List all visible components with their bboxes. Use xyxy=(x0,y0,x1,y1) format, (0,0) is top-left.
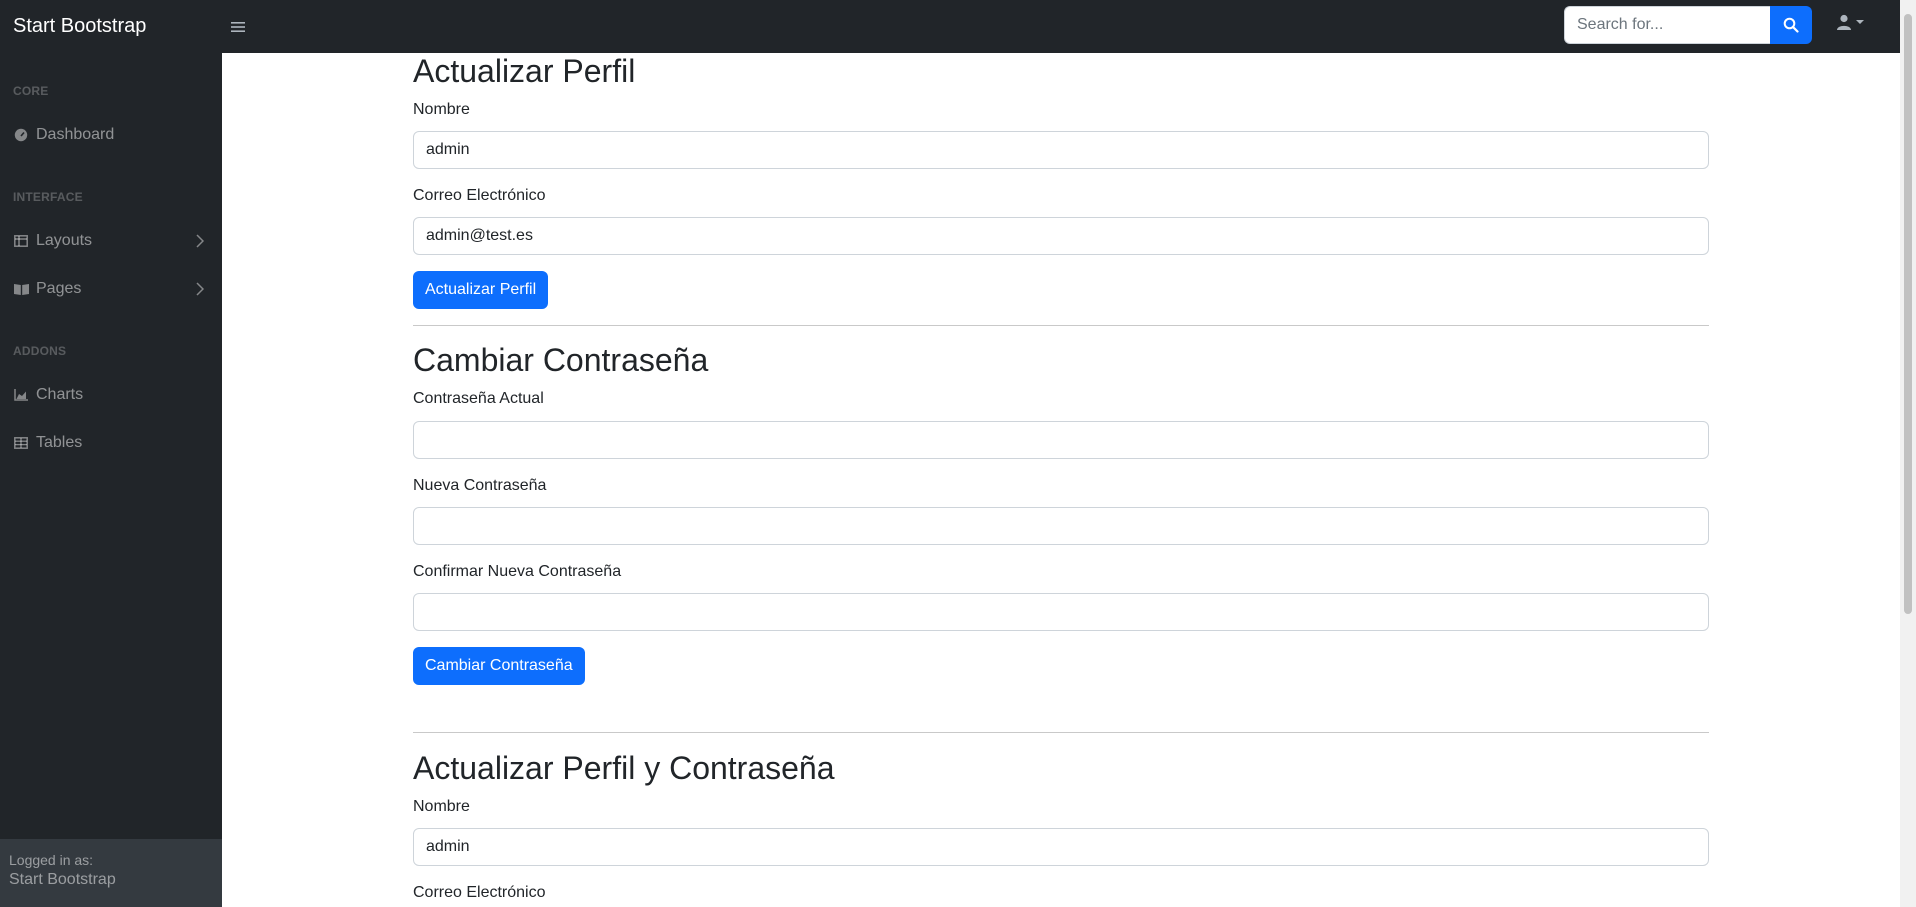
chevron-right-icon xyxy=(196,234,204,248)
sidebar-heading-addons: ADDONS xyxy=(13,344,67,358)
chart-area-icon xyxy=(13,387,29,403)
profile-email-input[interactable] xyxy=(413,217,1709,255)
combined-section-title: Actualizar Perfil y Contraseña xyxy=(413,750,835,786)
current-password-input[interactable] xyxy=(413,421,1709,459)
columns-icon xyxy=(13,233,29,249)
tachometer-icon xyxy=(13,127,29,143)
scrollbar-thumb[interactable] xyxy=(1904,14,1912,614)
profile-email-label: Correo Electrónico xyxy=(413,187,546,204)
search-icon xyxy=(1783,17,1799,33)
main-content: Actualizar Perfil Nombre Correo Electrón… xyxy=(222,53,1900,907)
sidebar-item-tables[interactable]: Tables xyxy=(0,423,222,463)
sidebar: CORE Dashboard INTERFACE Layouts Pages A… xyxy=(0,53,222,907)
page-scrollbar[interactable] xyxy=(1900,0,1916,907)
change-password-button[interactable]: Cambiar Contraseña xyxy=(413,647,585,685)
profile-name-label: Nombre xyxy=(413,101,470,118)
sidebar-item-dashboard[interactable]: Dashboard xyxy=(0,115,222,155)
sidebar-item-label: Charts xyxy=(36,386,84,403)
sidebar-item-label: Pages xyxy=(36,280,82,297)
user-dropdown[interactable] xyxy=(1836,14,1864,30)
confirm-password-label: Confirmar Nueva Contraseña xyxy=(413,563,622,580)
table-icon xyxy=(13,435,29,451)
search-form xyxy=(1564,6,1812,44)
user-icon xyxy=(1837,14,1851,30)
search-input[interactable] xyxy=(1564,6,1770,44)
sidebar-item-label: Tables xyxy=(36,434,83,451)
combined-email-label: Correo Electrónico xyxy=(413,884,546,901)
sidebar-heading-interface: INTERFACE xyxy=(13,190,83,204)
new-password-input[interactable] xyxy=(413,507,1709,545)
search-button[interactable] xyxy=(1770,6,1812,44)
sidebar-footer: Logged in as: Start Bootstrap xyxy=(0,839,222,907)
profile-section-title: Actualizar Perfil xyxy=(413,53,636,89)
caret-down-icon xyxy=(1856,20,1864,24)
book-open-icon xyxy=(13,281,29,297)
current-password-label: Contraseña Actual xyxy=(413,390,544,407)
sidebar-item-label: Layouts xyxy=(36,232,93,249)
sidebar-item-pages[interactable]: Pages xyxy=(0,269,222,309)
password-section-title: Cambiar Contraseña xyxy=(413,342,709,378)
top-navbar: Start Bootstrap xyxy=(0,0,1900,53)
sidebar-toggle-button[interactable] xyxy=(226,15,250,39)
menu-icon xyxy=(231,21,245,32)
profile-name-input[interactable] xyxy=(413,131,1709,169)
sidebar-heading-core: CORE xyxy=(13,84,49,98)
new-password-label: Nueva Contraseña xyxy=(413,477,547,494)
update-profile-button[interactable]: Actualizar Perfil xyxy=(413,271,549,309)
chevron-right-icon xyxy=(196,282,204,296)
section-divider xyxy=(413,732,1709,733)
logged-in-label: Logged in as: xyxy=(9,852,94,868)
combined-name-label: Nombre xyxy=(413,798,470,815)
brand-link[interactable]: Start Bootstrap xyxy=(0,15,222,38)
sidebar-item-label: Dashboard xyxy=(36,126,115,143)
logged-in-user: Start Bootstrap xyxy=(9,871,116,888)
confirm-password-input[interactable] xyxy=(413,593,1709,631)
combined-name-input[interactable] xyxy=(413,828,1709,866)
section-divider xyxy=(413,325,1709,326)
sidebar-item-charts[interactable]: Charts xyxy=(0,375,222,415)
sidebar-item-layouts[interactable]: Layouts xyxy=(0,221,222,261)
